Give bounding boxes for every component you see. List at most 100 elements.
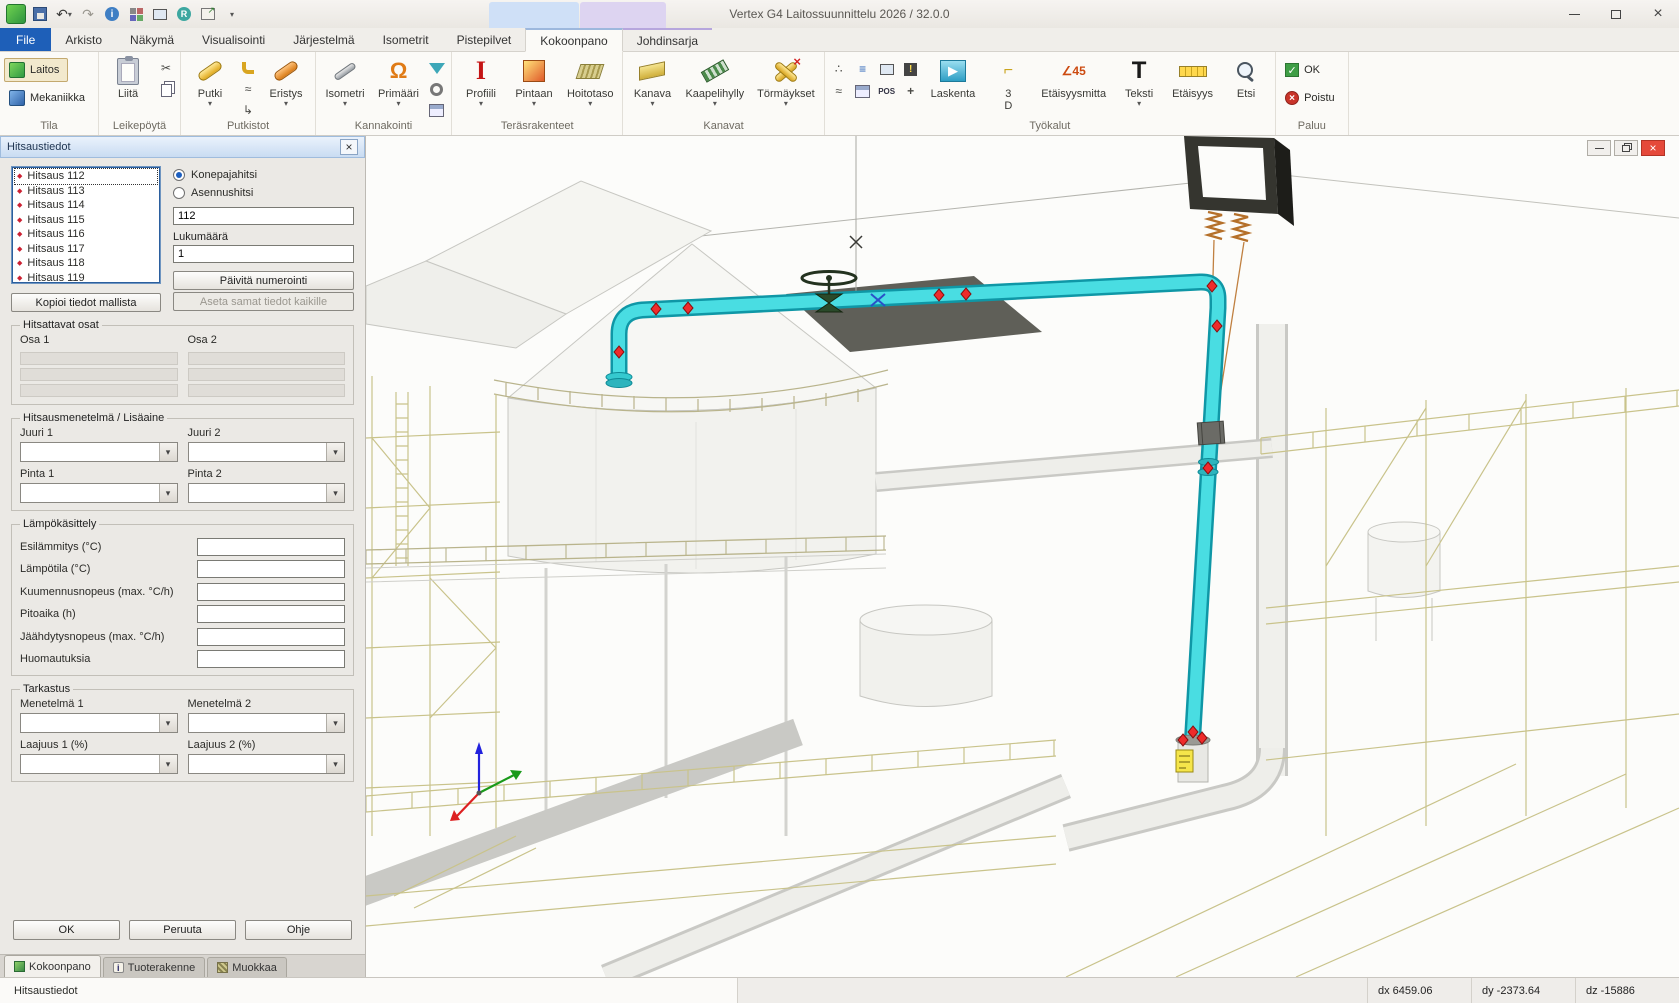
weld-list-item[interactable]: ◆Hitsaus 112 — [15, 169, 157, 184]
tab-visualisointi[interactable]: Visualisointi — [188, 28, 279, 51]
update-numbering-button[interactable]: Päivitä numerointi — [173, 271, 354, 290]
support-grid-icon[interactable] — [427, 101, 447, 119]
tormaykset-button[interactable]: Törmäykset — [752, 54, 819, 118]
teksti-button[interactable]: T Teksti — [1114, 54, 1164, 118]
weld-list-item[interactable]: ◆Hitsaus 118 — [15, 256, 157, 271]
dialog-titlebar[interactable]: Hitsaustiedot — [0, 136, 365, 158]
copy-from-model-button[interactable]: Kopioi tiedot mallista — [11, 293, 161, 312]
funnel-icon[interactable] — [427, 59, 447, 77]
properties-icon[interactable]: ≡ — [853, 60, 873, 78]
root2-select[interactable] — [188, 442, 346, 462]
primaari-button[interactable]: Ω Primääri — [373, 54, 424, 118]
extent2-select[interactable] — [188, 754, 346, 774]
kanava-button[interactable]: Kanava — [627, 54, 677, 118]
liita-button[interactable]: Liitä — [103, 54, 153, 118]
publish-icon[interactable] — [198, 4, 218, 24]
profiili-button[interactable]: I Profiili — [456, 54, 506, 118]
close-button[interactable] — [1637, 0, 1679, 28]
hoitotaso-button[interactable]: Hoitotaso — [562, 54, 618, 118]
root1-select[interactable] — [20, 442, 178, 462]
cancel-button[interactable]: Peruuta — [129, 920, 236, 940]
shop-weld-radio[interactable] — [173, 169, 185, 181]
kaapelihylly-button[interactable]: Kaapelihylly — [680, 54, 749, 118]
weld-list-item[interactable]: ◆Hitsaus 117 — [15, 242, 157, 257]
preheat-input[interactable] — [197, 538, 345, 556]
mekaniikka-button[interactable]: Mekaniikka — [4, 86, 94, 110]
doc-minimize-button[interactable] — [1587, 140, 1611, 156]
help-button[interactable]: Ohje — [245, 920, 352, 940]
pipe-elbow-icon[interactable] — [238, 59, 258, 77]
table-icon[interactable] — [853, 82, 873, 100]
tab-jarjestelma[interactable]: Järjestelmä — [279, 28, 368, 51]
shop-weld-radio-row[interactable]: Konepajahitsi — [173, 166, 354, 184]
doc-close-button[interactable] — [1641, 140, 1665, 156]
copy-icon[interactable] — [156, 80, 176, 98]
site-weld-radio-row[interactable]: Asennushitsi — [173, 184, 354, 202]
weld-list-item[interactable]: ◆Hitsaus 114 — [15, 198, 157, 213]
eristys-button[interactable]: Eristys — [261, 54, 311, 118]
save-icon[interactable] — [30, 4, 50, 24]
weld-list-item[interactable]: ◆Hitsaus 113 — [15, 184, 157, 199]
count-input[interactable] — [173, 245, 354, 263]
cut-icon[interactable]: ✂ — [156, 59, 176, 77]
drum-tank[interactable] — [860, 605, 992, 707]
pipe-route-icon[interactable]: ↳ — [238, 101, 258, 119]
reference-icon[interactable] — [174, 4, 194, 24]
putki-button[interactable]: Putki — [185, 54, 235, 118]
dock-tab-muokkaa[interactable]: Muokkaa — [207, 957, 287, 977]
pipe-branch-icon[interactable]: ≈ — [238, 80, 258, 98]
method2-select[interactable] — [188, 713, 346, 733]
dock-tab-tuoterakenne[interactable]: Tuoterakenne — [103, 957, 205, 977]
modules-icon[interactable] — [126, 4, 146, 24]
tab-file[interactable]: File — [0, 28, 51, 51]
3d-viewport[interactable] — [366, 136, 1679, 977]
etsi-button[interactable]: Etsi — [1221, 54, 1271, 118]
info-icon[interactable] — [102, 4, 122, 24]
weld-listbox[interactable]: ◆Hitsaus 112 ◆Hitsaus 113 ◆Hitsaus 114 ◆… — [11, 166, 161, 284]
tab-nakyma[interactable]: Näkymä — [116, 28, 188, 51]
etaisyys-button[interactable]: Etäisyys — [1167, 54, 1218, 118]
qat-customize-caret-icon[interactable]: ▾ — [222, 4, 242, 24]
surface1-select[interactable] — [20, 483, 178, 503]
app-logo-icon[interactable] — [6, 4, 26, 24]
remarks-input[interactable] — [197, 650, 345, 668]
cooling-rate-input[interactable] — [197, 628, 345, 646]
weld-number-input[interactable] — [173, 207, 354, 225]
temperature-input[interactable] — [197, 560, 345, 578]
warning-tag[interactable] — [1176, 750, 1193, 772]
three-d-button[interactable]: ⌐ 3 D — [983, 54, 1033, 118]
doc-restore-button[interactable] — [1614, 140, 1638, 156]
hold-time-input[interactable] — [197, 605, 345, 623]
etaisyysmitta-button[interactable]: ∠45 Etäisyysmitta — [1036, 54, 1111, 118]
isometri-button[interactable]: Isometri — [320, 54, 370, 118]
tab-pistepilvet[interactable]: Pistepilvet — [443, 28, 526, 51]
display-icon[interactable] — [877, 60, 897, 78]
heating-rate-input[interactable] — [197, 583, 345, 601]
dock-tab-kokoonpano[interactable]: Kokoonpano — [4, 955, 101, 977]
method1-select[interactable] — [20, 713, 178, 733]
tab-johdinsarja[interactable]: Johdinsarja — [623, 28, 712, 51]
ok-button[interactable]: OK — [13, 920, 120, 940]
measure-path-icon[interactable]: ≈ — [829, 82, 849, 100]
pointer-tools-icon[interactable]: + — [901, 82, 921, 100]
alert-icon[interactable] — [901, 60, 921, 78]
laskenta-button[interactable]: Laskenta — [926, 54, 981, 118]
tab-kokoonpano[interactable]: Kokoonpano — [525, 28, 622, 52]
support-gear-icon[interactable] — [427, 80, 447, 98]
laitos-button[interactable]: Laitos — [4, 58, 68, 82]
screen-capture-icon[interactable] — [150, 4, 170, 24]
undo-icon[interactable]: ↶ — [54, 4, 74, 24]
weld-list-item[interactable]: ◆Hitsaus 115 — [15, 213, 157, 228]
pos-tag-icon[interactable]: POS — [877, 82, 897, 100]
dialog-close-icon[interactable] — [340, 139, 358, 155]
ok-ribbon-button[interactable]: OK — [1280, 58, 1329, 82]
poistu-button[interactable]: Poistu — [1280, 86, 1344, 110]
extent1-select[interactable] — [20, 754, 178, 774]
maximize-button[interactable] — [1595, 0, 1637, 28]
surface2-select[interactable] — [188, 483, 346, 503]
pintaan-button[interactable]: Pintaan — [509, 54, 559, 118]
weld-list-item[interactable]: ◆Hitsaus 119 — [15, 271, 157, 285]
minimize-button[interactable] — [1553, 0, 1595, 28]
snap-points-icon[interactable]: ∴ — [829, 60, 849, 78]
site-weld-radio[interactable] — [173, 187, 185, 199]
